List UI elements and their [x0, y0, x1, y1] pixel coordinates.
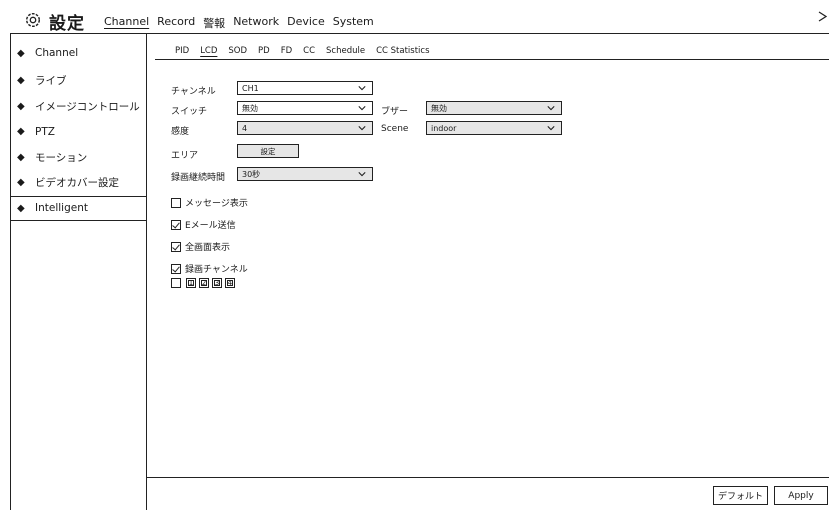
chevron-down-icon	[358, 106, 366, 111]
sidebar-item-video-cover[interactable]: ◆ ビデオカバー設定	[11, 170, 146, 196]
nav-network[interactable]: Network	[233, 15, 279, 31]
tab-sod[interactable]: SOD	[228, 46, 247, 56]
tab-pd[interactable]: PD	[258, 46, 270, 56]
diamond-icon: ◆	[17, 126, 25, 138]
main-content: PID LCD SOD PD FD CC Schedule CC Statist…	[147, 34, 829, 510]
record-channel-label: 録画チャンネル	[185, 265, 248, 275]
nav-record[interactable]: Record	[157, 15, 195, 31]
nav-alarm[interactable]: 警報	[203, 15, 225, 31]
record-channel-checkbox[interactable]: 録画チャンネル	[171, 262, 248, 275]
sidebar-item-intelligent[interactable]: ◆ Intelligent	[11, 195, 146, 221]
sidebar-item-ptz[interactable]: ◆ PTZ	[11, 119, 146, 145]
channel-2-checkbox[interactable]: 2	[199, 278, 209, 288]
tab-lcd[interactable]: LCD	[200, 46, 217, 56]
tab-divider	[155, 59, 829, 60]
sidebar-item-label: Channel	[35, 47, 79, 59]
checkbox-box	[171, 219, 181, 230]
area-setup-button[interactable]: 設定	[237, 144, 299, 158]
switch-label: スイッチ	[171, 107, 208, 117]
show-message-checkbox[interactable]: メッセージ表示	[171, 196, 248, 209]
show-message-label: メッセージ表示	[185, 199, 248, 209]
sensitivity-select[interactable]: 4	[237, 121, 373, 135]
scene-label: Scene	[381, 124, 409, 134]
channel-number-group: 1 2 3 4	[171, 278, 235, 288]
sidebar-item-motion[interactable]: ◆ モーション	[11, 145, 146, 171]
buzzer-select[interactable]: 無効	[426, 101, 562, 115]
fullscreen-label: 全画面表示	[185, 243, 231, 253]
sidebar-item-image-control[interactable]: ◆ イメージコントロール	[11, 94, 146, 120]
diamond-icon: ◆	[17, 177, 25, 189]
sidebar-item-label: モーション	[35, 151, 88, 164]
gear-icon	[25, 12, 41, 28]
apply-button[interactable]: Apply	[774, 486, 828, 505]
tab-cc-statistics[interactable]: CC Statistics	[376, 46, 429, 56]
default-button[interactable]: デフォルト	[713, 486, 768, 505]
scene-select[interactable]: indoor	[426, 121, 562, 135]
tab-fd[interactable]: FD	[281, 46, 292, 56]
buzzer-value: 無効	[431, 103, 447, 113]
sub-tabs: PID LCD SOD PD FD CC Schedule CC Statist…	[175, 46, 441, 56]
scene-value: indoor	[431, 123, 457, 133]
fullscreen-checkbox[interactable]: 全画面表示	[171, 240, 230, 253]
channel-4-checkbox[interactable]: 4	[225, 278, 235, 288]
chevron-down-icon	[358, 86, 366, 91]
record-duration-select[interactable]: 30秒	[237, 167, 373, 181]
sidebar-item-label: PTZ	[35, 125, 55, 138]
nav-system[interactable]: System	[333, 15, 374, 31]
sidebar-item-label: Intelligent	[35, 202, 88, 215]
send-email-checkbox[interactable]: Eメール送信	[171, 218, 236, 231]
chevron-down-icon	[547, 126, 555, 131]
checkbox-box	[171, 263, 181, 274]
diamond-icon: ◆	[17, 202, 25, 214]
sidebar-item-label: イメージコントロール	[35, 100, 140, 113]
page-title: 設定	[49, 14, 85, 34]
tab-cc[interactable]: CC	[303, 46, 315, 56]
channel-select[interactable]: CH1	[237, 81, 373, 95]
top-bar: 設定 Channel Record 警報 Network Device Syst…	[0, 0, 829, 34]
send-email-label: Eメール送信	[185, 221, 236, 231]
sidebar-item-label: ビデオカバー設定	[35, 177, 119, 190]
diamond-icon: ◆	[17, 100, 25, 112]
channel-1-checkbox[interactable]: 1	[186, 278, 196, 288]
record-duration-value: 30秒	[242, 169, 261, 179]
footer-divider	[147, 477, 829, 478]
buzzer-label: ブザー	[381, 107, 409, 117]
chevron-down-icon	[358, 172, 366, 177]
main-nav: Channel Record 警報 Network Device System	[104, 15, 382, 31]
checkbox-box	[171, 197, 181, 208]
diamond-icon: ◆	[17, 47, 25, 59]
channel-value: CH1	[242, 83, 259, 93]
channel-label: チャンネル	[171, 87, 216, 97]
channel-3-checkbox[interactable]: 3	[212, 278, 222, 288]
chevron-down-icon	[358, 126, 366, 131]
diamond-icon: ◆	[17, 75, 25, 87]
sidebar-item-channel[interactable]: ◆ Channel	[11, 38, 146, 68]
record-duration-label: 録画継続時間	[171, 173, 226, 183]
sensitivity-label: 感度	[171, 127, 190, 137]
close-icon[interactable]	[818, 11, 828, 26]
nav-channel[interactable]: Channel	[104, 15, 149, 31]
all-channels-checkbox[interactable]	[171, 278, 181, 288]
tab-pid[interactable]: PID	[175, 46, 189, 56]
switch-select[interactable]: 無効	[237, 101, 373, 115]
nav-device[interactable]: Device	[287, 15, 325, 31]
tab-schedule[interactable]: Schedule	[326, 46, 365, 56]
diamond-icon: ◆	[17, 151, 25, 163]
sidebar-item-label: ライブ	[35, 75, 67, 88]
area-label: エリア	[171, 151, 199, 161]
sidebar: ◆ Channel ◆ ライブ ◆ イメージコントロール ◆ PTZ ◆ モーシ…	[10, 34, 147, 510]
checkbox-box	[171, 241, 181, 252]
sensitivity-value: 4	[242, 123, 248, 133]
switch-value: 無効	[242, 103, 258, 113]
sidebar-item-live[interactable]: ◆ ライブ	[11, 68, 146, 94]
chevron-down-icon	[547, 106, 555, 111]
